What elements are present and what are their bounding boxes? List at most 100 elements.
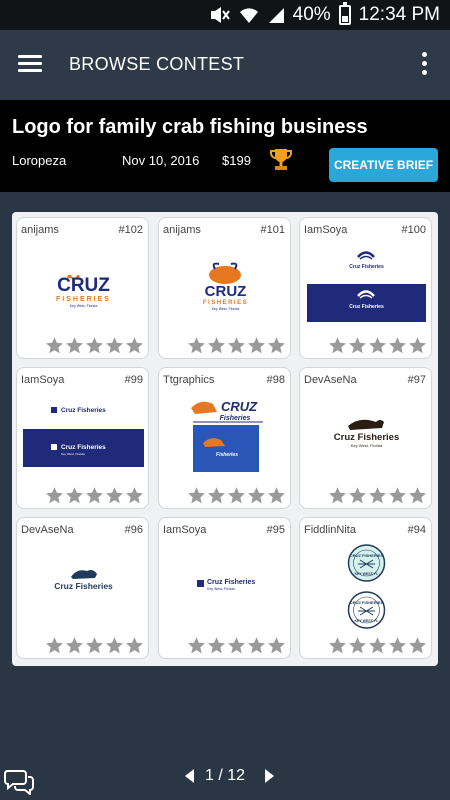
logo-tag-text: Key West, Florida (351, 443, 383, 448)
logo-sub-text: Fisheries (220, 415, 251, 422)
signal-icon (268, 8, 284, 23)
star-icon[interactable] (85, 486, 104, 505)
star-icon[interactable] (227, 336, 246, 355)
star-icon[interactable] (408, 486, 427, 505)
logo-sub-text: FISHERIES (56, 296, 111, 303)
logo-main-text: CRUZ FISHERIES (350, 553, 384, 558)
star-icon[interactable] (85, 636, 104, 655)
logo-main-text: Cruz Fisheries (61, 407, 106, 414)
star-rating[interactable] (45, 336, 145, 356)
star-icon[interactable] (207, 336, 226, 355)
star-icon[interactable] (388, 486, 407, 505)
star-icon[interactable] (227, 636, 246, 655)
more-vertical-icon[interactable] (422, 52, 428, 78)
previous-page-icon[interactable] (185, 769, 195, 783)
star-rating[interactable] (328, 486, 428, 506)
star-icon[interactable] (368, 636, 387, 655)
star-icon[interactable] (348, 336, 367, 355)
logo-sub-text-2: KEY WEST, FL (354, 619, 379, 623)
star-rating[interactable] (187, 486, 287, 506)
chat-bubbles-icon[interactable] (4, 767, 34, 795)
star-icon[interactable] (125, 636, 144, 655)
logo-sub-text: Cruz Fisheries (61, 444, 106, 451)
star-rating[interactable] (328, 636, 428, 656)
star-icon[interactable] (247, 486, 266, 505)
battery-icon (338, 2, 351, 25)
entry-card[interactable]: anijams #101 CRUZ FISHERIES Key West, Fl… (158, 217, 291, 359)
star-icon[interactable] (65, 636, 84, 655)
star-icon[interactable] (207, 486, 226, 505)
designer-name: IamSoya (163, 524, 207, 536)
status-bar: 40% 12:34 PM (0, 0, 450, 30)
star-icon[interactable] (45, 336, 64, 355)
entry-number: #96 (124, 524, 143, 536)
star-icon[interactable] (328, 336, 347, 355)
star-icon[interactable] (328, 636, 347, 655)
star-icon[interactable] (65, 486, 84, 505)
mute-icon (210, 7, 230, 23)
entry-card[interactable]: IamSoya #100 Cruz Fisheries Cruz Fisheri… (299, 217, 432, 359)
designer-name: DevAseNa (21, 524, 74, 536)
star-rating[interactable] (45, 636, 145, 656)
entry-card[interactable]: FiddlinNita #94 CRUZ FISHERIES KEY WEST,… (299, 517, 432, 659)
star-icon[interactable] (247, 336, 266, 355)
logo-thumbnail: CRUZ FISHERIES Key West, Florida (203, 262, 247, 311)
trophy-icon (270, 149, 292, 170)
entry-card[interactable]: DevAseNa #96 Cruz Fisheries (16, 517, 149, 659)
star-icon[interactable] (388, 636, 407, 655)
entry-number: #98 (266, 374, 285, 386)
star-icon[interactable] (45, 486, 64, 505)
star-icon[interactable] (408, 336, 427, 355)
star-icon[interactable] (65, 336, 84, 355)
star-icon[interactable] (328, 486, 347, 505)
star-icon[interactable] (187, 336, 206, 355)
star-icon[interactable] (267, 486, 286, 505)
star-rating[interactable] (187, 636, 287, 656)
entry-card[interactable]: Ttgraphics #98 CRUZ Fisheries Fisheries (158, 367, 291, 509)
battery-percent: 40% (292, 4, 331, 25)
logo-thumbnail: Cruz Fisheries Key West, Florida (334, 419, 399, 448)
star-icon[interactable] (85, 336, 104, 355)
star-icon[interactable] (105, 636, 124, 655)
designer-name: anijams (163, 224, 201, 236)
star-icon[interactable] (207, 636, 226, 655)
star-icon[interactable] (267, 636, 286, 655)
star-icon[interactable] (348, 486, 367, 505)
star-icon[interactable] (348, 636, 367, 655)
entry-number: #94 (407, 524, 426, 536)
logo-tag-text: Key West, Florida (212, 307, 240, 311)
star-icon[interactable] (247, 636, 266, 655)
star-icon[interactable] (105, 486, 124, 505)
status-icons: 40% 12:34 PM (209, 2, 440, 26)
star-icon[interactable] (187, 486, 206, 505)
logo-thumbnail: CRUZ Fisheries Fisheries (191, 399, 263, 472)
star-icon[interactable] (227, 486, 246, 505)
star-icon[interactable] (45, 636, 64, 655)
entry-card[interactable]: DevAseNa #97 Cruz Fisheries Key West, Fl… (299, 367, 432, 509)
star-icon[interactable] (368, 486, 387, 505)
star-icon[interactable] (408, 636, 427, 655)
entry-card[interactable]: anijams #102 CRUZ FISHERIES Key West, Fl… (16, 217, 149, 359)
logo-main-text: Cruz Fisheries (349, 264, 384, 270)
entry-card[interactable]: IamSoya #95 Cruz Fisheries Key West, Flo… (158, 517, 291, 659)
star-icon[interactable] (187, 636, 206, 655)
footer: 1 / 12 (0, 756, 450, 800)
star-icon[interactable] (125, 336, 144, 355)
contest-holder: Loropeza (12, 153, 67, 168)
star-icon[interactable] (105, 336, 124, 355)
star-icon[interactable] (125, 486, 144, 505)
entry-card[interactable]: IamSoya #99 Cruz Fisheries Cruz Fisherie… (16, 367, 149, 509)
creative-brief-button[interactable]: CREATIVE BRIEF (329, 148, 438, 182)
logo-thumbnail: Cruz Fisheries Key West, Florida (197, 579, 255, 591)
star-rating[interactable] (187, 336, 287, 356)
next-page-icon[interactable] (264, 769, 274, 783)
star-icon[interactable] (368, 336, 387, 355)
logo-tag-text: Key West, Florida (61, 452, 85, 456)
star-rating[interactable] (328, 336, 428, 356)
logo-main-text: CRUZ (57, 275, 110, 296)
star-icon[interactable] (267, 336, 286, 355)
star-icon[interactable] (388, 336, 407, 355)
entries-grid: anijams #102 CRUZ FISHERIES Key West, Fl… (12, 212, 438, 666)
star-rating[interactable] (45, 486, 145, 506)
hamburger-menu-icon[interactable] (18, 55, 42, 73)
